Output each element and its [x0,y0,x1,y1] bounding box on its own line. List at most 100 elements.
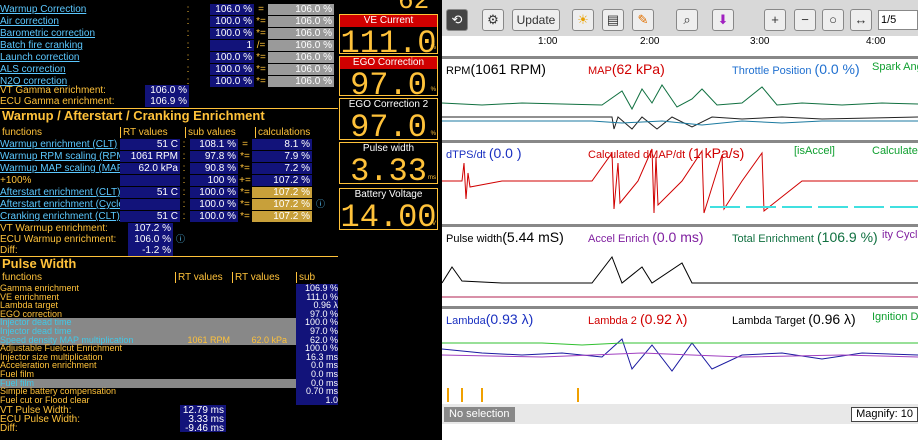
operator: *= [256,16,266,27]
lambda-trace-graph [442,338,918,372]
warmup-rt-value: 62.0 kPa [120,163,180,174]
gauge-value: 97.0 [350,109,427,146]
diff-pw-value: -9.46 ms [180,423,226,432]
chart-panel-pulsewidth[interactable]: Pulse width(5.44 mS) Accel Enrich (0.0 m… [442,224,918,304]
ecu-warmup-row: ECU Warmup enrichment: 106.0 % ⓘ [0,234,200,245]
ecu-gamma-label: ECU Gamma enrichment: [0,96,115,107]
refresh-icon[interactable]: ⟲ [446,9,468,31]
operator: *= [240,151,250,162]
pw-section-title: Pulse Width [0,256,338,271]
gamma-function-label[interactable]: Barometric correction [0,28,185,39]
vt-gamma-label: VT Gamma enrichment: [0,85,106,96]
page-input[interactable]: 1/5 [878,10,918,30]
magnify-field[interactable]: Magnify: 10 [851,407,918,422]
warmup-rt-value: 51 C [120,187,180,198]
gamma-row: Launch correction: 100.0 % *= 106.0 % [0,52,338,63]
time-tick: 4:00 [866,36,886,47]
gamma-calc-value: 106.0 % [268,52,334,63]
warmup-col-calc: calculations [255,127,310,138]
separator: : [182,211,186,222]
marker-strip [442,388,918,402]
operator: = [258,4,264,15]
chart-icon[interactable]: ▤ [602,9,624,31]
gamma-function-label[interactable]: ALS correction [0,64,185,75]
warmup-col-sub: sub values [185,127,236,138]
gauge-unit: % [430,45,436,51]
gamma-sub-value: 100.0 % [210,64,254,75]
operator: = [242,139,248,150]
info-icon[interactable]: ⓘ [176,234,186,245]
warmup-calc-value: 107.2 % [252,187,312,198]
ecu-warmup-value: 106.0 % [128,234,173,245]
vt-warmup-row: VT Warmup enrichment: 107.2 % [0,223,200,234]
gamma-function-label[interactable]: Batch fire cranking [0,40,185,51]
operator: *= [240,163,250,174]
warmup-sub-value: 100.0 % [190,211,238,222]
gamma-calc-value: 106.0 % [268,64,334,75]
time-tick: 1:00 [538,36,558,47]
warmup-function-label[interactable]: Warmup MAP scaling (MAP) [0,163,120,174]
warmup-function-label[interactable]: Cranking enrichment (CLT) [0,211,120,222]
separator: : [182,163,186,174]
dtps-trace-graph [442,148,918,214]
warmup-function-label: +100% [0,175,32,186]
gauge-unit: % [430,87,436,93]
time-axis: 1:00 2:00 3:00 4:00 [442,36,918,50]
zoom-in-icon[interactable]: + [764,9,786,31]
operator: *= [256,52,266,63]
time-tick: 2:00 [640,36,660,47]
warmup-row: Afterstart enrichment (CLT) 51 C:100.0 % *… [0,187,338,198]
search-icon[interactable]: ⌕ [676,9,698,31]
zoom-reset-icon[interactable]: ○ [822,9,844,31]
separator: : [186,64,190,75]
gauge-3: Pulse width 3.33 ms [339,142,438,189]
zoom-out-icon[interactable]: − [794,9,816,31]
warmup-calc-value: 107.2 % [252,211,312,222]
update-button[interactable]: Update [512,9,560,31]
warmup-function-label[interactable]: Afterstart enrichment (CLT) [0,187,120,198]
warmup-row: Warmup RPM scaling (RPM) 1061 RPM:97.8 % *… [0,151,338,162]
time-tick: 3:00 [750,36,770,47]
chart-panel-lambda[interactable]: Lambda(0.93 λ) Lambda 2 (0.92 λ) Lambda … [442,306,918,386]
diff-pw-label: Diff: [0,423,18,432]
gamma-function-label[interactable]: Air correction [0,16,185,27]
selection-status: No selection [444,407,515,422]
ecu-gamma-value: 106.9 % [145,96,189,107]
warmup-row: Cranking enrichment (CLT) 51 C:100.0 % *= 1… [0,211,338,222]
warmup-rt-value: 1061 RPM [120,151,180,162]
gamma-sub-value: 100.0 % [210,52,254,63]
pw-row: Fuel cut or Flood clear1.0*=12.79 ms [0,395,338,405]
pw-col-rt1: RT values [175,272,223,283]
gamma-calc-value: 106.0 % [268,40,334,51]
warmup-sub-value: 97.8 % [190,151,238,162]
warmup-col-rt: RT values [120,127,168,138]
pw-col-sub: sub values [296,272,338,294]
gamma-row: Barometric correction: 100.0 % *= 106.0 % [0,28,338,39]
tools-icon[interactable]: ✎ [632,9,654,31]
gamma-sub-value: 1 [210,40,254,51]
separator: : [182,151,186,162]
gamma-function-label[interactable]: Launch correction [0,52,185,63]
info-icon[interactable]: ⓘ [316,199,328,210]
pw-trace-graph [442,255,918,298]
chart-panel-rpm[interactable]: RPM(1061 RPM) MAP(62 kPa) Throttle Posit… [442,56,918,136]
warmup-function-label[interactable]: Afterstart enrichment (Cycles) [0,199,120,210]
warmup-sub-value: 100 % [190,175,238,186]
sun-icon[interactable]: ☀ [572,9,594,31]
warmup-rt-value [120,199,180,210]
enrichment-table-panel: Warmup Correction: 106.0 % = 106.0 % Air cor… [0,0,338,432]
gamma-function-label[interactable]: Warmup Correction [0,4,185,15]
chart-panel-dtps[interactable]: dTPS/dt (0.0 ) Calculated dMAP/dt (1 kPa… [442,140,918,220]
down-arrow-icon[interactable]: ⬇ [712,9,734,31]
gamma-calc-value: 106.0 % [268,28,334,39]
warmup-rt-value: 51 C [120,139,180,150]
gamma-calc-value: 106.0 % [268,16,334,27]
settings-icon[interactable]: ⚙ [482,9,504,31]
fit-width-icon[interactable]: ↔ [850,9,872,31]
warmup-calc-value: 7.2 % [252,163,312,174]
warmup-function-label[interactable]: Warmup enrichment (CLT) [0,139,120,150]
vt-warmup-label: VT Warmup enrichment: [0,223,108,234]
operator: *= [256,76,266,87]
warmup-function-label[interactable]: Warmup RPM scaling (RPM) [0,151,120,162]
gamma-calc-value: 106.0 % [268,76,334,87]
